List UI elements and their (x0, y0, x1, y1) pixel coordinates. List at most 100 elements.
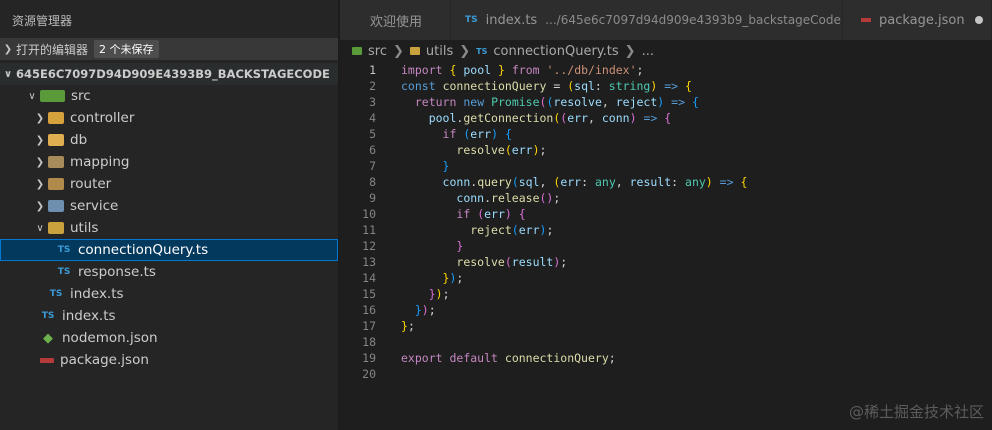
code-text: import { pool } from '../db/index'; (401, 63, 644, 77)
chevron-right-icon: ❯ (35, 156, 45, 168)
code-line: 11 reject(err); (340, 222, 992, 238)
line-number: 4 (369, 111, 376, 125)
code-line: 8 conn.query(sql, (err: any, result: any… (340, 174, 992, 190)
code-text: export default connectionQuery; (401, 351, 616, 365)
tree-item-src[interactable]: ∨ src (0, 85, 338, 107)
code-text: }; (401, 319, 415, 333)
breadcrumb: src ❯ utils ❯ TS connectionQuery.ts ❯ ..… (340, 40, 992, 62)
code-text: }); (414, 303, 436, 317)
folder-service-icon (48, 200, 64, 212)
tree-item-label: response.ts (78, 264, 156, 280)
open-editors-label: 打开的编辑器 (16, 42, 89, 57)
tree-item-service[interactable]: ❯ service (0, 195, 338, 217)
tree-item-root-index[interactable]: TS index.ts (0, 305, 338, 327)
typescript-file-icon: TS (57, 267, 71, 277)
code-line: 14 }); (340, 270, 992, 286)
code-line: 17}; (340, 318, 992, 334)
tree-item-router[interactable]: ❯ router (0, 173, 338, 195)
tree-item-mapping[interactable]: ❯ mapping (0, 151, 338, 173)
unsaved-badge: 2 个未保存 (94, 40, 159, 58)
tree-item-utils[interactable]: ∨ utils (0, 217, 338, 239)
code-text: const connectionQuery = (sql: string) =>… (401, 79, 692, 93)
line-number: 17 (362, 319, 376, 333)
code-line: 4 pool.getConnection((err, conn) => { (340, 110, 992, 126)
chevron-right-icon: ❯ (392, 43, 404, 59)
code-line: 16 }); (340, 302, 992, 318)
chevron-down-icon: ∨ (36, 222, 44, 234)
code-text: pool.getConnection((err, conn) => { (428, 111, 672, 125)
chevron-right-icon: ❯ (35, 178, 45, 190)
code-line: 19 export default connectionQuery; (340, 350, 992, 366)
tree-item-label: controller (70, 110, 135, 126)
tree-item-label: router (70, 176, 112, 192)
tree-item-db[interactable]: ❯ db (0, 129, 338, 151)
tab-label: 欢迎使用 (370, 14, 423, 30)
tree-item-label: db (70, 132, 88, 148)
code-line: 3 return new Promise((resolve, reject) =… (340, 94, 992, 110)
code-editor[interactable]: 1 import { pool } from '../db/index'; 2 co… (340, 62, 992, 382)
code-line: 18 (340, 334, 992, 350)
folder-db-icon (48, 134, 64, 146)
tab-label: index.ts (485, 12, 538, 28)
workspace-root[interactable]: ∨ 645E6C7097D94D909E4393B9_BACKSTAGECODE (0, 63, 338, 85)
tab-welcome[interactable]: 欢迎使用 (340, 0, 452, 40)
folder-router-icon (48, 178, 64, 190)
code-text: } (442, 159, 450, 173)
code-line: 1 import { pool } from '../db/index'; (340, 62, 992, 78)
npm-package-icon (40, 357, 54, 363)
unsaved-dot-icon[interactable] (974, 16, 983, 24)
folder-src-icon (352, 47, 362, 55)
line-number: 16 (362, 303, 376, 317)
code-text: conn.query(sql, (err: any, result: any) … (442, 175, 748, 189)
tree-item-label: connectionQuery.ts (78, 242, 209, 258)
watermark: @稀土掘金技术社区 (848, 403, 984, 421)
line-number: 18 (362, 335, 376, 349)
line-number: 8 (369, 175, 376, 189)
tree-item-label: nodemon.json (62, 330, 158, 346)
chevron-right-icon: ❯ (624, 43, 636, 59)
breadcrumb-symbol[interactable]: ... (642, 44, 654, 59)
tree-item-label: package.json (60, 352, 149, 368)
tree-item-response[interactable]: TS response.ts (0, 261, 338, 283)
tree-item-connectionquery[interactable]: TS connectionQuery.ts (0, 239, 338, 261)
tree-item-label: service (70, 198, 119, 214)
folder-mapping-icon (48, 156, 64, 168)
tree-item-package[interactable]: package.json (0, 349, 338, 371)
code-line: 10 if (err) { (340, 206, 992, 222)
npm-package-icon (861, 18, 872, 22)
line-number: 7 (369, 159, 376, 173)
folder-utils-icon (48, 222, 64, 234)
line-number: 6 (369, 143, 376, 157)
tree-item-controller[interactable]: ❯ controller (0, 107, 338, 129)
breadcrumb-file[interactable]: connectionQuery.ts (493, 44, 618, 59)
tree-item-label: mapping (70, 154, 130, 170)
chevron-right-icon: ❯ (35, 112, 45, 124)
explorer-title: 资源管理器 (12, 13, 73, 28)
tree-item-label: index.ts (70, 286, 124, 302)
code-text: }); (428, 287, 450, 301)
breadcrumb-utils[interactable]: utils (426, 44, 453, 59)
tree-item-label: index.ts (62, 308, 116, 324)
tree-item-src-index[interactable]: TS index.ts (0, 283, 338, 305)
open-editors-section[interactable]: ❯ 打开的编辑器 2 个未保存 (0, 38, 338, 60)
typescript-file-icon: TS (465, 15, 478, 25)
chevron-right-icon: ❯ (459, 43, 471, 59)
typescript-file-icon: TS (41, 311, 55, 321)
code-line: 15 }); (340, 286, 992, 302)
tree-item-nodemon[interactable]: ◆ nodemon.json (0, 327, 338, 349)
breadcrumb-src[interactable]: src (368, 44, 387, 59)
code-line: 12 } (340, 238, 992, 254)
code-text: resolve(err); (456, 143, 547, 157)
typescript-file-icon: TS (57, 245, 71, 255)
line-number: 13 (362, 255, 376, 269)
line-number: 2 (369, 79, 376, 93)
line-number: 3 (369, 95, 376, 109)
typescript-file-icon: TS (476, 46, 488, 56)
code-line: 5 if (err) { (340, 126, 992, 142)
tab-package-json[interactable]: package.json (843, 0, 992, 40)
line-number: 15 (362, 287, 376, 301)
tab-index-ts[interactable]: TS index.ts .../645e6c7097d94d909e4393b9… (451, 0, 844, 40)
chevron-down-icon: ∨ (28, 90, 36, 102)
line-number: 14 (362, 271, 376, 285)
code-line: 2 const connectionQuery = (sql: string) =… (340, 78, 992, 94)
